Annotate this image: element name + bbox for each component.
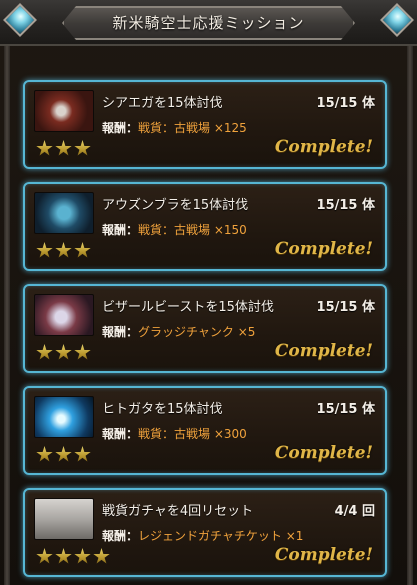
star-icon — [74, 446, 91, 462]
reward-label: 報酬： — [102, 223, 139, 237]
star-icon — [36, 548, 53, 564]
mission-title: 戦貨ガチャを4回リセット — [102, 504, 254, 519]
mission-reward: 報酬：戦貨：古戦場 ×125 — [102, 119, 247, 136]
star-icon — [55, 140, 72, 156]
star-icon — [36, 242, 53, 258]
star-icon — [55, 548, 72, 564]
mission-progress: 15/15 体 — [316, 300, 375, 315]
mission-card[interactable]: アウズンブラを15体討伐 15/15 体 報酬：戦貨：古戦場 ×150 Comp… — [23, 182, 387, 271]
reward-label: 報酬： — [102, 427, 139, 441]
mission-progress: 15/15 体 — [316, 402, 375, 417]
mission-card[interactable]: ビザールビーストを15体討伐 15/15 体 報酬：グラッジチャンク ×5 Co… — [23, 284, 387, 373]
complete-status: Complete! — [274, 443, 373, 463]
star-icon — [55, 446, 72, 462]
star-icon — [74, 548, 91, 564]
mission-card[interactable]: シアエガを15体討伐 15/15 体 報酬：戦貨：古戦場 ×125 Comple… — [23, 80, 387, 169]
difficulty-stars — [36, 140, 91, 158]
mission-progress: 15/15 体 — [316, 198, 375, 213]
mission-reward: 報酬：レジェンドガチャチケット ×1 — [102, 527, 303, 544]
mission-reward: 報酬：戦貨：古戦場 ×300 — [102, 425, 247, 442]
gacha-thumbnail — [34, 498, 94, 540]
difficulty-stars — [36, 344, 91, 362]
mission-reward: 報酬：グラッジチャンク ×5 — [102, 323, 255, 340]
mission-panel: 新米騎空士応援ミッション シアエガを15体討伐 15/15 体 報酬：戦貨：古戦… — [0, 0, 417, 585]
mission-title: ヒトガタを15体討伐 — [102, 402, 223, 417]
star-icon — [93, 548, 110, 564]
mission-progress: 4/4 回 — [334, 504, 375, 519]
enemy-thumbnail — [34, 90, 94, 132]
mission-progress: 15/15 体 — [316, 96, 375, 111]
reward-label: 報酬： — [102, 121, 139, 135]
star-icon — [74, 344, 91, 360]
enemy-thumbnail — [34, 192, 94, 234]
difficulty-stars — [36, 242, 91, 260]
mission-reward: 報酬：戦貨：古戦場 ×150 — [102, 221, 247, 238]
star-icon — [36, 140, 53, 156]
reward-value: グラッジチャンク ×5 — [138, 325, 256, 339]
star-icon — [55, 242, 72, 258]
reward-label: 報酬： — [102, 529, 139, 543]
header-bar: 新米騎空士応援ミッション — [0, 0, 417, 46]
complete-status: Complete! — [274, 137, 373, 157]
frame-rail-right — [407, 46, 413, 585]
diamond-gem-icon — [380, 3, 414, 37]
reward-value: 戦貨：古戦場 ×150 — [138, 223, 247, 237]
complete-status: Complete! — [274, 545, 373, 565]
star-icon — [55, 344, 72, 360]
reward-value: レジェンドガチャチケット ×1 — [138, 529, 304, 543]
difficulty-stars — [36, 548, 110, 566]
mission-title: シアエガを15体討伐 — [102, 96, 223, 111]
mission-card[interactable]: ヒトガタを15体討伐 15/15 体 報酬：戦貨：古戦場 ×300 Comple… — [23, 386, 387, 475]
reward-value: 戦貨：古戦場 ×300 — [138, 427, 247, 441]
reward-label: 報酬： — [102, 325, 139, 339]
star-icon — [74, 242, 91, 258]
frame-rail-left — [4, 46, 10, 585]
star-icon — [74, 140, 91, 156]
difficulty-stars — [36, 446, 91, 464]
star-icon — [36, 344, 53, 360]
complete-status: Complete! — [274, 341, 373, 361]
enemy-thumbnail — [34, 396, 94, 438]
enemy-thumbnail — [34, 294, 94, 336]
diamond-gem-icon — [3, 3, 37, 37]
complete-status: Complete! — [274, 239, 373, 259]
star-icon — [36, 446, 53, 462]
mission-title: アウズンブラを15体討伐 — [102, 198, 249, 213]
mission-card[interactable]: 戦貨ガチャを4回リセット 4/4 回 報酬：レジェンドガチャチケット ×1 Co… — [23, 488, 387, 577]
panel-title: 新米騎空士応援ミッション — [112, 14, 305, 32]
reward-value: 戦貨：古戦場 ×125 — [138, 121, 247, 135]
mission-title: ビザールビーストを15体討伐 — [102, 300, 274, 315]
